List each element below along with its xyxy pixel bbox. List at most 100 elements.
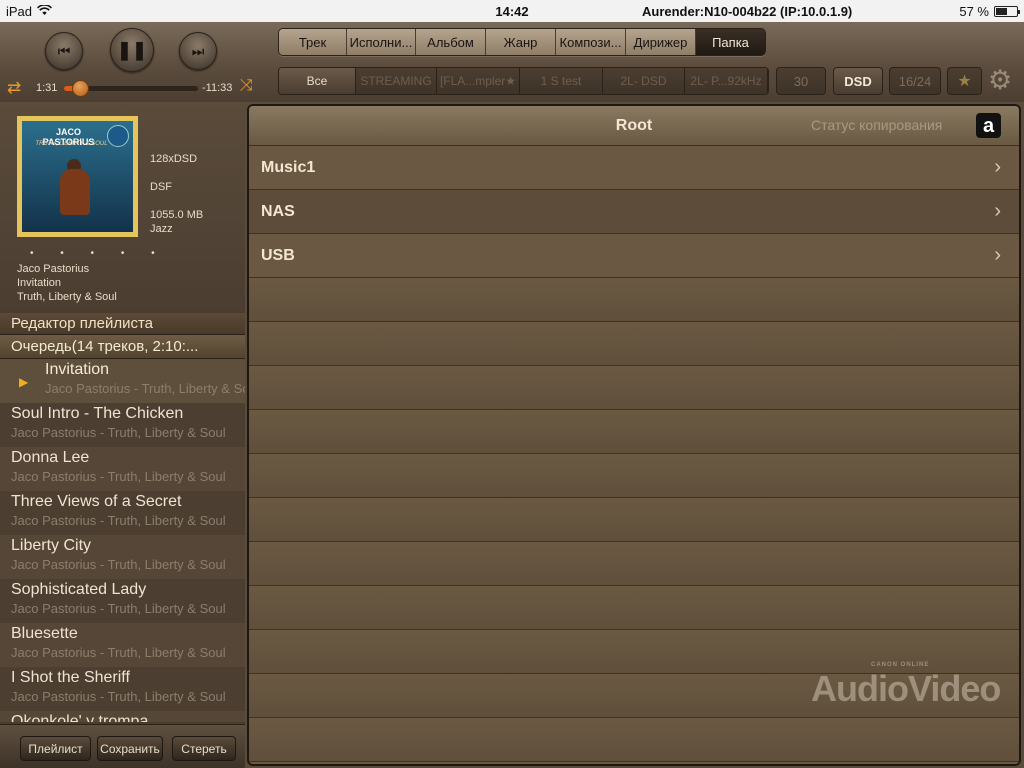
copy-status-button[interactable]: Статус копирования [811,117,942,133]
queue-item-subtitle: Jaco Pastorius - Truth, Liberty & Soul [11,689,226,704]
cover-seal-icon [107,125,129,147]
battery-fill [996,7,1008,15]
playlist-editor-header[interactable]: Редактор плейлиста [0,313,245,335]
cover-album: TRUTH, LIBERTY & SOUL [35,141,108,147]
browse-tabs: Трек Исполни... Альбом Жанр Компози... Д… [278,28,766,56]
seek-bar[interactable] [64,80,198,97]
filter-bar: Все STREAMING [FLA...mpler★ 1 S test 2L-… [278,67,769,95]
chevron-right-icon: › [994,244,1001,266]
playlist-button[interactable]: Плейлист [20,736,91,761]
queue-item-title: Three Views of a Secret [11,493,182,510]
save-button[interactable]: Сохранить [97,736,163,761]
filter-streaming[interactable]: STREAMING [356,68,437,94]
rewind-icon: ⏮ [57,42,71,59]
queue-item-current[interactable]: ▶ Invitation Jaco Pastorius - Truth, Lib… [0,359,245,403]
queue-item-title: Sophisticated Lady [11,581,147,598]
queue-item-title: Soul Intro - The Chicken [11,405,184,422]
tab-track[interactable]: Трек [279,29,347,55]
queue-item-title: Okonkole' y trompa [11,713,149,722]
dsd-chip[interactable]: DSD [833,67,883,95]
tab-album[interactable]: Альбом [416,29,486,55]
hires-chip[interactable]: 16/24 [889,67,941,95]
queue-header[interactable]: Очередь(14 треков, 2:10:... [0,335,245,359]
watermark-logo: CANON ONLINE AudioVideo [811,662,1001,710]
queue-item-subtitle: Jaco Pastorius - Truth, Liberty & Soul [11,513,226,528]
queue-item[interactable]: Liberty City Jaco Pastorius - Truth, Lib… [0,535,245,579]
queue-item-subtitle: Jaco Pastorius - Truth, Liberty & Soul [11,469,226,484]
tab-conductor[interactable]: Дирижер [626,29,696,55]
tab-folder[interactable]: Папка [696,29,765,55]
wifi-icon [37,3,53,19]
status-right: 57 % [959,4,1020,19]
filter-2l-dsd[interactable]: 2L- DSD [603,68,685,94]
filter-all[interactable]: Все [279,68,356,94]
watermark-small: CANON ONLINE [871,662,930,668]
tab-artist[interactable]: Исполни... [347,29,416,55]
cover-figure [60,169,90,215]
queue-item-subtitle: Jaco Pastorius - Truth, Liberty & Soul [11,425,226,440]
queue-item-title: Liberty City [11,537,92,554]
queue-item[interactable]: Donna Lee Jaco Pastorius - Truth, Libert… [0,447,245,491]
queue-item[interactable]: Sophisticated Lady Jaco Pastorius - Trut… [0,579,245,623]
queue-item[interactable]: Three Views of a Secret Jaco Pastorius -… [0,491,245,535]
next-track-button[interactable]: ⏭ [179,32,217,70]
queue-item-subtitle: Jaco Pastorius - Truth, Liberty & Soul [45,381,245,396]
left-panel: JACO PASTORIUS TRUTH, LIBERTY & SOUL 128… [0,102,245,768]
watermark-text: AudioVideo [811,668,1001,709]
folder-label: NAS [261,203,295,220]
clock: 14:42 [495,3,529,19]
previous-track-button[interactable]: ⏮ [45,32,83,70]
favorite-star-icon[interactable]: ★ [947,67,982,95]
battery-icon [994,5,1020,17]
clear-button[interactable]: Стереть [172,736,236,761]
count-chip[interactable]: 30 [776,67,826,95]
pause-icon: ❚❚ [116,39,148,60]
shuffle-icon[interactable]: ⤨ [240,77,253,95]
format-label: 128xDSD [150,153,198,165]
device-name: iPad [6,3,33,19]
queue-item-subtitle: Jaco Pastorius - Truth, Liberty & Soul [11,601,226,616]
elapsed-time: 1:31 [36,82,58,94]
now-playing-title: Invitation [17,277,62,289]
chevron-right-icon: › [994,200,1001,222]
seek-knob[interactable] [72,80,90,97]
gear-icon[interactable]: ⚙ [988,65,1012,96]
server-info: Aurender:N10-004b22 (IP:10.0.1.9) [642,3,853,19]
now-playing-artist: Jaco Pastorius [17,263,90,275]
tab-composer[interactable]: Компози... [556,29,626,55]
folder-label: Music1 [261,159,316,176]
filter-flac-sampler[interactable]: [FLA...mpler★ [437,68,520,94]
queue-item-title: Donna Lee [11,449,90,466]
play-icon: ▶ [19,375,29,389]
pause-button[interactable]: ❚❚ [110,28,154,72]
remaining-time: -11:33 [202,82,233,94]
tab-genre[interactable]: Жанр [486,29,556,55]
filter-2l-pcm[interactable]: 2L- P...92kHz [685,68,768,94]
folder-row-nas[interactable]: NAS › [249,190,1019,234]
playlist-toolbar: Плейлист Сохранить Стереть [0,724,245,768]
codec-label: DSF [150,181,172,193]
folder-row-music1[interactable]: Music1 › [249,146,1019,190]
queue-item-subtitle: Jaco Pastorius - Truth, Liberty & Soul [11,557,226,572]
queue-item[interactable]: Soul Intro - The Chicken Jaco Pastorius … [0,403,245,447]
queue-item[interactable]: Okonkole' y trompa [0,711,245,722]
rating-dots[interactable]: • • • • • [30,248,167,259]
folder-row-usb[interactable]: USB › [249,234,1019,278]
album-art: JACO PASTORIUS TRUTH, LIBERTY & SOUL [22,121,133,232]
queue-item-subtitle: Jaco Pastorius - Truth, Liberty & Soul [11,645,226,660]
filter-1s-test[interactable]: 1 S test [520,68,603,94]
status-left: iPad [6,3,53,19]
browser-header: Root Статус копирования a [249,106,1019,146]
album-cover[interactable]: JACO PASTORIUS TRUTH, LIBERTY & SOUL [17,116,138,237]
queue-item-title: I Shot the Sheriff [11,669,130,686]
queue-item-title: Invitation [45,361,110,378]
status-bar: iPad 14:42 Aurender:N10-004b22 (IP:10.0.… [0,0,1024,22]
fast-forward-icon: ⏭ [191,42,205,59]
size-label: 1055.0 MB [150,209,204,221]
queue-item[interactable]: I Shot the Sheriff Jaco Pastorius - Trut… [0,667,245,711]
chevron-right-icon: › [994,156,1001,178]
queue-item[interactable]: Bluesette Jaco Pastorius - Truth, Libert… [0,623,245,667]
repeat-icon[interactable]: ⇄ [7,78,21,98]
queue-list: ▶ Invitation Jaco Pastorius - Truth, Lib… [0,359,245,722]
alphabet-index-icon[interactable]: a [976,113,1001,138]
